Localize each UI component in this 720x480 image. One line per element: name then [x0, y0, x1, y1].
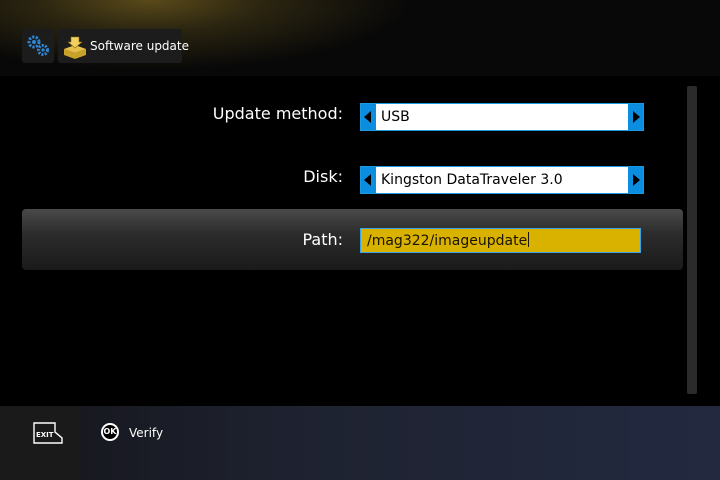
path-value: /mag322/imageupdate [367, 233, 528, 249]
verify-hint[interactable]: Verify [129, 426, 163, 440]
footer-bar: EXIT OK Verify [0, 406, 720, 480]
disk-value: Kingston DataTraveler 3.0 [381, 172, 563, 188]
text-caret [528, 232, 530, 247]
exit-key-label: EXIT [36, 431, 54, 439]
exit-key-icon: EXIT [33, 422, 63, 444]
ok-key-icon: OK [101, 423, 119, 441]
exit-button[interactable]: EXIT [0, 406, 80, 480]
ok-key-label: OK [103, 427, 117, 436]
chevron-right-icon[interactable] [628, 104, 643, 130]
path-input[interactable]: /mag322/imageupdate [360, 228, 641, 253]
disk-label: Disk: [303, 167, 343, 186]
page-title: Software update [90, 39, 189, 53]
update-method-value: USB [381, 109, 410, 125]
update-method-select[interactable]: USB [360, 103, 644, 131]
chevron-left-icon[interactable] [361, 167, 376, 193]
chevron-right-icon[interactable] [628, 167, 643, 193]
gears-icon [27, 35, 49, 56]
breadcrumb-software-update[interactable]: Software update [58, 29, 189, 63]
disk-select[interactable]: Kingston DataTraveler 3.0 [360, 166, 644, 194]
chevron-left-icon[interactable] [361, 104, 376, 130]
header-bar: Software update [0, 0, 720, 76]
update-box-icon [64, 36, 86, 59]
scrollbar[interactable] [687, 86, 697, 394]
update-method-label: Update method: [212, 104, 343, 123]
settings-form: Update method: USB Disk: Kingston DataTr… [0, 76, 720, 406]
path-label: Path: [302, 230, 343, 249]
settings-crumb[interactable] [22, 29, 54, 63]
